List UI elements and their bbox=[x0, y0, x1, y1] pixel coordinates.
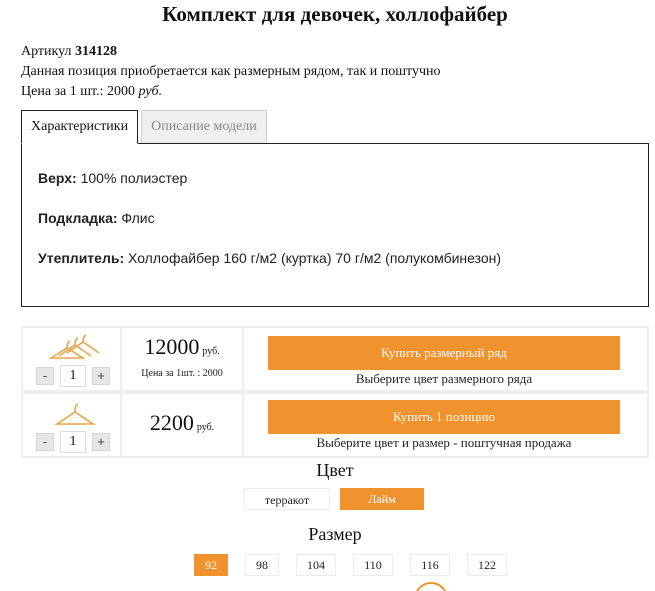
buy-row-single: - 1 + 2200 руб. Купить 1 позицию Выберите… bbox=[21, 392, 649, 456]
spec-name: Верх: bbox=[38, 170, 77, 186]
color-options: терракот Лайм bbox=[244, 488, 424, 510]
size-option-98[interactable]: 98 bbox=[245, 554, 279, 576]
color-option-lime[interactable]: Лайм bbox=[340, 488, 424, 510]
unit-price-label: Цена за 1 шт.: 2000 bbox=[21, 84, 136, 99]
purchase-note: Данная позиция приобретается как размерн… bbox=[21, 64, 441, 79]
quantity-stepper: - 1 + bbox=[36, 365, 110, 387]
spec-name: Подкладка: bbox=[38, 210, 118, 226]
action-cell: Купить размерный ряд Выберите цвет разме… bbox=[244, 328, 647, 390]
quantity-input[interactable]: 1 bbox=[60, 431, 86, 453]
color-section-title: Цвет bbox=[316, 460, 354, 480]
color-option-terracotta[interactable]: терракот bbox=[244, 488, 330, 510]
size-option-116[interactable]: 116 bbox=[410, 554, 450, 576]
size-option-104[interactable]: 104 bbox=[296, 554, 336, 576]
buy-size-set-button[interactable]: Купить размерный ряд bbox=[268, 336, 620, 370]
product-meta: Артикул 314128 Данная позиция приобретае… bbox=[21, 42, 441, 102]
price-cell: 2200 руб. bbox=[122, 394, 242, 456]
unit-price-line: Цена за 1 шт.: 2000 руб. bbox=[21, 82, 441, 102]
price-line: 2200 руб. bbox=[122, 410, 242, 436]
sku-value: 314128 bbox=[75, 44, 118, 59]
decrement-button[interactable]: - bbox=[36, 367, 54, 385]
size-option-110[interactable]: 110 bbox=[353, 554, 393, 576]
quantity-input[interactable]: 1 bbox=[60, 365, 86, 387]
size-options: 92 98 104 110 116 122 bbox=[194, 554, 524, 576]
price-note: Цена за 1шт. : 2000 bbox=[141, 368, 223, 379]
sku-label: Артикул bbox=[21, 44, 72, 59]
sku-line: Артикул 314128 bbox=[21, 42, 441, 62]
spec-value: 100% полиэстер bbox=[80, 170, 188, 186]
buy-options-table: - 1 + 12000 руб. Цена за 1шт. : 2000 Купи… bbox=[21, 326, 649, 458]
price-cell: 12000 руб. Цена за 1шт. : 2000 bbox=[122, 328, 242, 390]
price-currency: руб. bbox=[202, 346, 220, 357]
increment-button[interactable]: + bbox=[92, 367, 110, 385]
page-title: Комплект для девочек, холлофайбер bbox=[162, 2, 508, 26]
action-cell: Купить 1 позицию Выберите цвет и размер … bbox=[244, 394, 647, 456]
price-value: 12000 bbox=[144, 334, 200, 359]
scroll-to-top-button[interactable] bbox=[414, 582, 448, 591]
unit-price-currency: руб. bbox=[138, 84, 163, 99]
buy-hint: Выберите цвет и размер - поштучная прода… bbox=[316, 435, 572, 450]
tab-model-description[interactable]: Описание модели bbox=[141, 110, 267, 144]
quantity-stepper: - 1 + bbox=[36, 431, 110, 453]
specs-panel: Верх: 100% полиэстер Подкладка: Флис Уте… bbox=[21, 143, 649, 307]
hanger-icon bbox=[54, 403, 96, 425]
buy-row-size-set: - 1 + 12000 руб. Цена за 1шт. : 2000 Купи… bbox=[21, 326, 649, 390]
spec-value: Флис bbox=[121, 210, 155, 226]
quantity-cell: - 1 + bbox=[23, 394, 120, 456]
size-option-92[interactable]: 92 bbox=[194, 554, 228, 576]
spec-value: Холлофайбер 160 г/м2 (куртка) 70 г/м2 (п… bbox=[128, 250, 502, 266]
size-option-122[interactable]: 122 bbox=[467, 554, 507, 576]
price-currency: руб. bbox=[196, 422, 215, 433]
increment-button[interactable]: + bbox=[92, 433, 110, 451]
spec-row-lining: Подкладка: Флис bbox=[38, 210, 632, 250]
hanger-set-icon bbox=[48, 334, 100, 359]
price-line: 12000 руб. bbox=[122, 334, 242, 360]
tab-characteristics[interactable]: Характеристики bbox=[21, 110, 139, 144]
spec-row-insulation: Утеплитель: Холлофайбер 160 г/м2 (куртка… bbox=[38, 250, 632, 290]
quantity-cell: - 1 + bbox=[23, 328, 120, 390]
tab-bar: Характеристики Описание модели bbox=[21, 110, 267, 144]
spec-name: Утеплитель: bbox=[38, 250, 125, 266]
decrement-button[interactable]: - bbox=[36, 433, 54, 451]
buy-hint: Выберите цвет размерного ряда bbox=[355, 371, 533, 386]
price-value: 2200 bbox=[149, 410, 194, 435]
buy-single-button[interactable]: Купить 1 позицию bbox=[268, 400, 620, 434]
size-section-title: Размер bbox=[308, 524, 362, 544]
spec-row-top: Верх: 100% полиэстер bbox=[38, 170, 632, 210]
